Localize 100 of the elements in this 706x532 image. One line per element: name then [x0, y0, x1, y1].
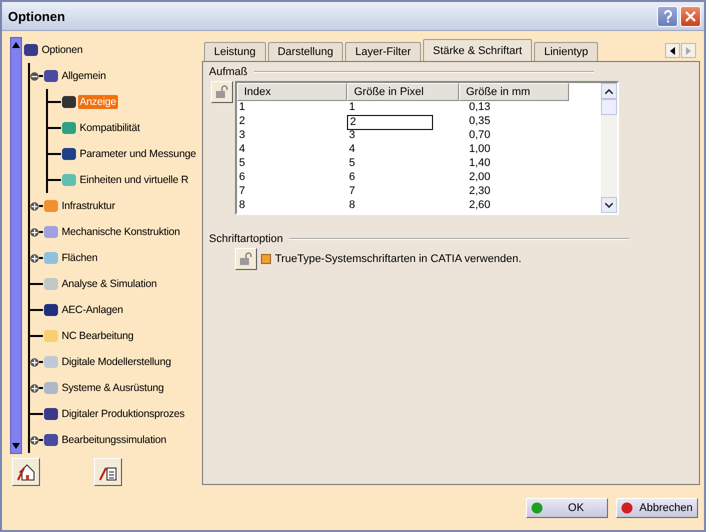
lock-button[interactable]	[235, 248, 257, 270]
table-cell-text: 8	[238, 199, 246, 213]
table-cell-text: 7	[238, 185, 246, 199]
ok-button[interactable]: OK	[526, 498, 608, 518]
table-cell-text: 2,00	[468, 171, 492, 185]
module-icon	[44, 251, 58, 265]
collapse-icon[interactable]	[30, 72, 39, 80]
table-cell-text: 0,35	[468, 115, 492, 129]
table-cell-text: 2,60	[468, 199, 492, 213]
table-cell-text: 7	[348, 185, 356, 199]
table-cell-text: 4	[348, 143, 356, 157]
house-icon	[16, 462, 36, 482]
module-icon	[62, 173, 76, 187]
column-header[interactable]: Index	[237, 83, 347, 101]
section-title: Aufmaß	[209, 66, 248, 78]
table-cell-text: 8	[348, 199, 356, 213]
scroll-down-icon[interactable]	[605, 202, 613, 208]
tree-item[interactable]: Digitale Modellerstellung	[60, 355, 173, 369]
lock-button[interactable]	[211, 81, 233, 103]
checkbox[interactable]	[261, 254, 271, 264]
table-cell-text: 5	[348, 157, 356, 171]
status-dot-icon	[621, 502, 633, 514]
tree-item[interactable]: Einheiten und virtuelle R	[78, 173, 190, 187]
scroll-thumb[interactable]	[601, 99, 617, 115]
tree-item[interactable]: Infrastruktur	[60, 199, 117, 213]
table-cell-text: 1	[348, 101, 356, 115]
table-cell-text: 4	[238, 143, 246, 157]
lock-icon	[239, 252, 253, 266]
tree-item[interactable]: Parameter und Messunge	[78, 147, 198, 161]
right-arrow-icon	[686, 46, 691, 54]
table-cell-text: 3	[238, 129, 246, 143]
option-label: TrueType-Systemschriftarten in CATIA verwenden.	[275, 253, 522, 265]
tab[interactable]: Leistung	[204, 42, 266, 61]
module-icon	[44, 199, 58, 213]
tree-item[interactable]: Flächen	[60, 251, 100, 265]
tree-item[interactable]: Digitaler Produktionsprozes	[60, 407, 187, 421]
cell-editor[interactable]: 2	[347, 115, 433, 130]
close-button[interactable]	[680, 6, 701, 26]
module-icon	[44, 277, 58, 291]
module-icon	[44, 433, 58, 447]
module-icon	[62, 147, 76, 161]
status-dot-icon	[531, 502, 543, 514]
lock-icon	[215, 85, 229, 99]
module-icon	[44, 355, 58, 369]
window-title: Optionen	[8, 8, 66, 24]
table-cell-text: 2,30	[468, 185, 492, 199]
module-icon	[44, 303, 58, 317]
tree-item[interactable]: Optionen	[40, 43, 85, 57]
module-icon	[44, 69, 58, 83]
tree-item[interactable]: Allgemein	[60, 69, 108, 83]
tree-item[interactable]: Bearbeitungssimulation	[60, 433, 168, 447]
tree-item[interactable]: Mechanische Konstruktion	[60, 225, 182, 239]
table-cell-text: 2	[238, 115, 246, 129]
module-icon	[44, 381, 58, 395]
section-title: Schriftartoption	[209, 233, 283, 245]
column-header[interactable]: Größe in Pixel	[347, 83, 459, 101]
left-arrow-icon	[670, 46, 675, 54]
cancel-button[interactable]: Abbrechen	[616, 498, 698, 518]
table-cell-text: 6	[238, 171, 246, 185]
help-icon	[662, 10, 672, 22]
tree-item[interactable]: Systeme & Ausrüstung	[60, 381, 166, 395]
tree-scrollbar[interactable]	[10, 37, 22, 454]
expand-icon[interactable]	[30, 202, 39, 210]
home-tool-button[interactable]	[12, 458, 40, 486]
expand-icon[interactable]	[30, 228, 39, 236]
table-cell-text: 0,70	[468, 129, 492, 143]
module-icon	[44, 225, 58, 239]
scroll-down-icon[interactable]	[12, 443, 20, 449]
tree-item[interactable]: Analyse & Simulation	[60, 277, 159, 291]
export-tool-button[interactable]	[94, 458, 122, 486]
close-icon	[685, 10, 696, 22]
module-icon	[62, 95, 76, 109]
table-cell-text: 5	[238, 157, 246, 171]
expand-icon[interactable]	[30, 436, 39, 444]
module-icon	[44, 329, 58, 343]
expand-icon[interactable]	[30, 254, 39, 262]
scroll-up-icon[interactable]	[605, 88, 613, 94]
tree-item[interactable]: Kompatibilität	[78, 121, 142, 135]
table-cell-text: 1,00	[468, 143, 492, 157]
expand-icon[interactable]	[30, 358, 39, 366]
tree-item[interactable]: AEC-Anlagen	[60, 303, 125, 317]
tab-left-button[interactable]	[665, 43, 680, 58]
help-button[interactable]	[657, 6, 678, 26]
column-header[interactable]: Größe in mm	[459, 83, 569, 101]
tab[interactable]: Layer-Filter	[345, 42, 421, 61]
tab[interactable]: Stärke & Schriftart	[422, 39, 532, 61]
module-icon	[24, 43, 38, 57]
table-cell-text: 3	[348, 129, 356, 143]
tree-item[interactable]: NC Bearbeitung	[60, 329, 136, 343]
tab[interactable]: Linientyp	[534, 42, 598, 61]
table-cell-text: 6	[348, 171, 356, 185]
table-cell-text: 0,13	[468, 101, 492, 115]
tab[interactable]: Darstellung	[268, 42, 344, 61]
table-cell-text: 1,40	[468, 157, 492, 171]
table-scrollbar[interactable]	[601, 83, 617, 213]
table-cell-text: 1	[238, 101, 246, 115]
module-icon	[62, 121, 76, 135]
scroll-up-icon[interactable]	[12, 42, 20, 48]
expand-icon[interactable]	[30, 384, 39, 392]
module-icon	[44, 407, 58, 421]
